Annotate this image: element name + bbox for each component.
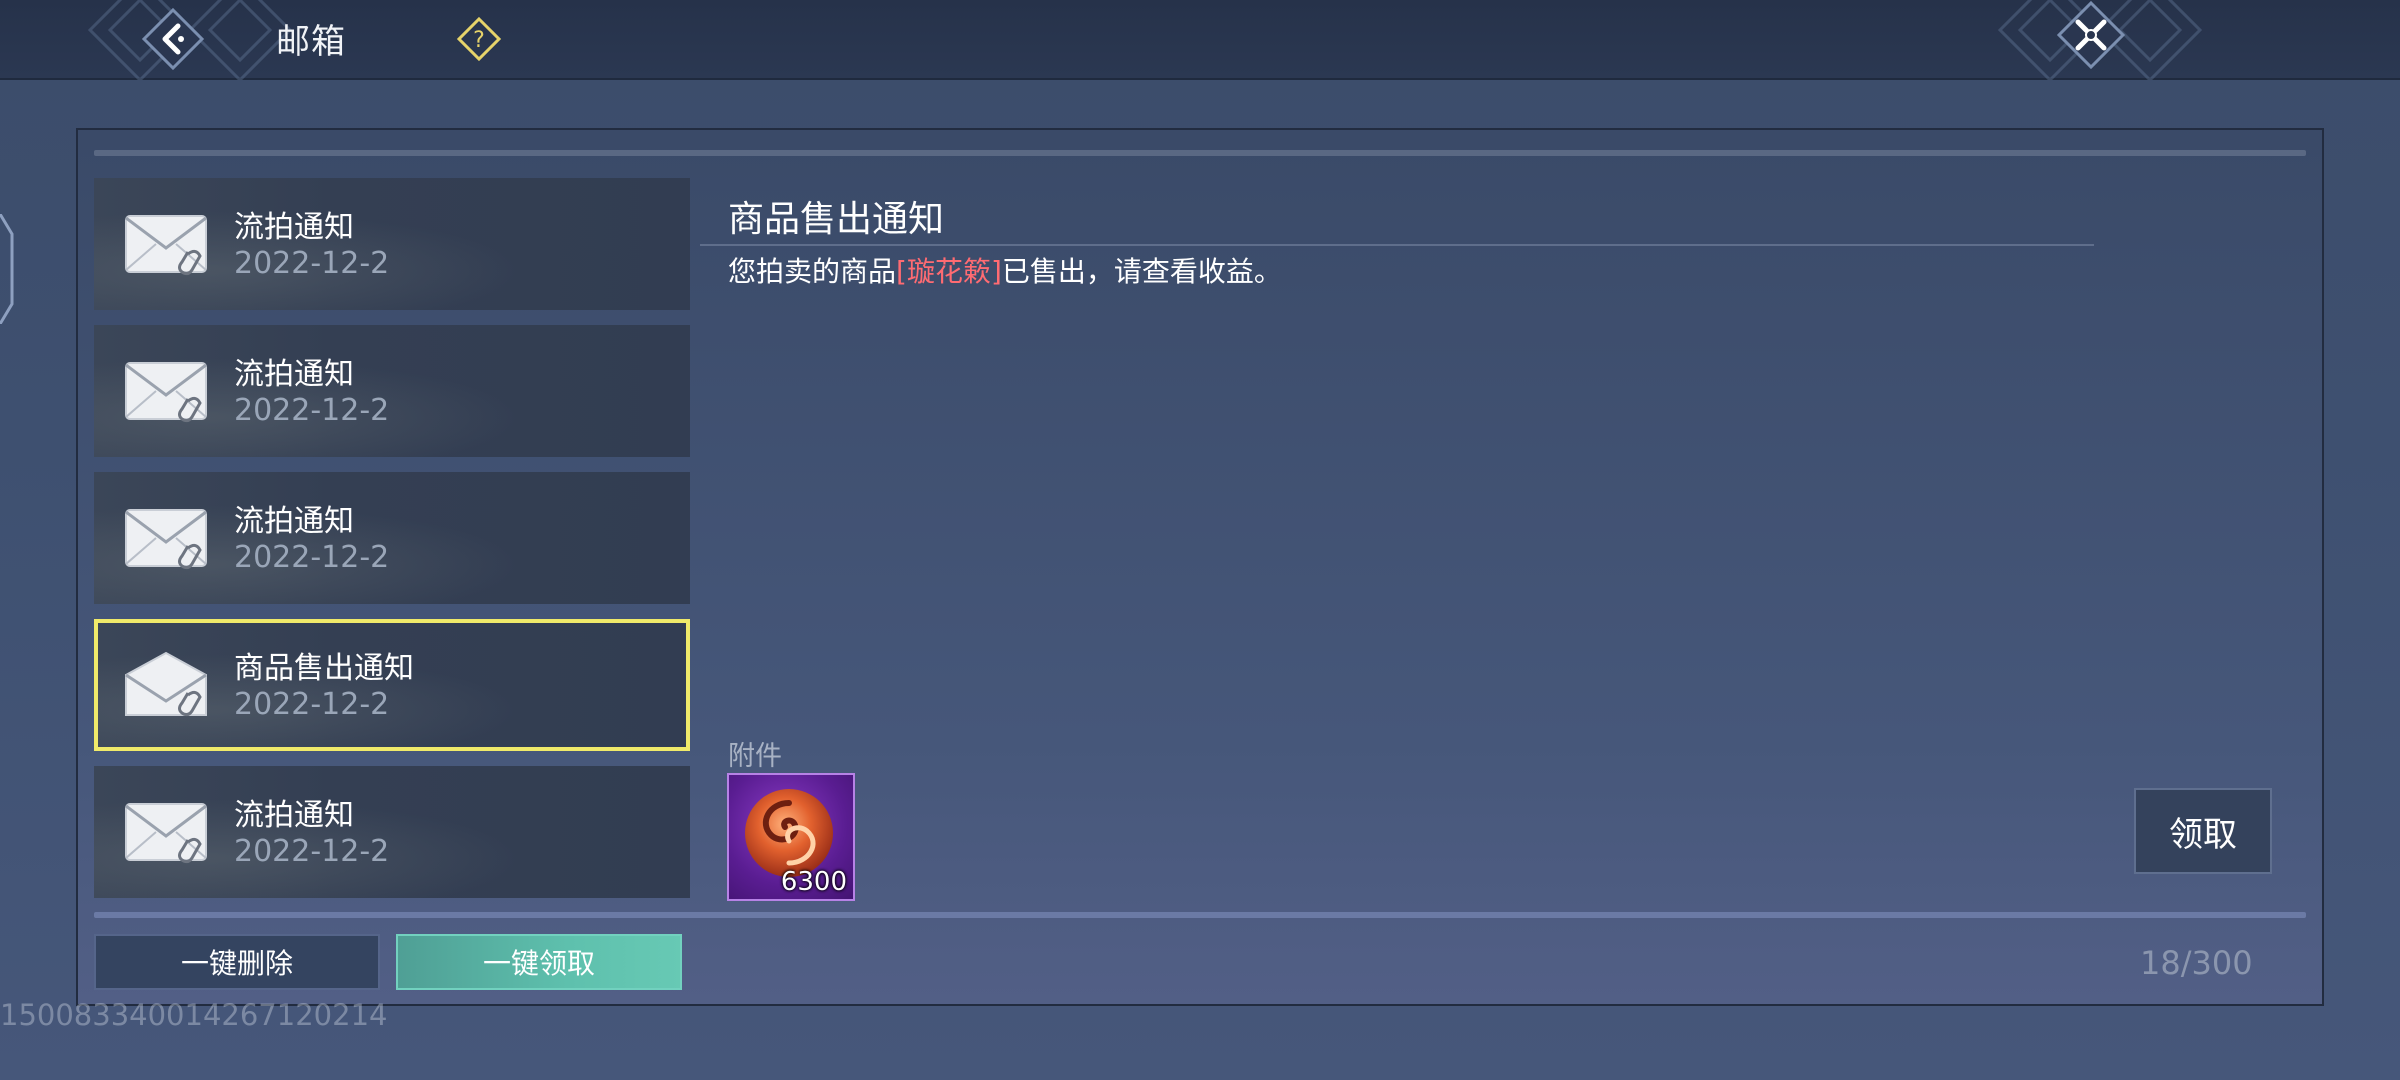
mail-date: 2022-12-2 bbox=[234, 393, 390, 428]
mail-list-item[interactable]: 流拍通知 2022-12-2 bbox=[94, 325, 690, 457]
mail-list-item[interactable]: 流拍通知 2022-12-2 bbox=[94, 472, 690, 604]
mail-title: 流拍通知 bbox=[234, 798, 354, 833]
panel-bottom-divider bbox=[94, 912, 2306, 918]
attachment-count: 6300 bbox=[780, 867, 847, 897]
svg-text:?: ? bbox=[473, 28, 485, 53]
envelope-open-icon bbox=[125, 651, 207, 717]
chevron-left-icon bbox=[141, 7, 205, 71]
side-tab-edge[interactable] bbox=[0, 214, 18, 324]
mail-title: 流拍通知 bbox=[234, 210, 354, 245]
mail-title: 商品售出通知 bbox=[234, 651, 414, 686]
body-suffix: 已售出，请查看收益。 bbox=[1001, 255, 1282, 288]
envelope-attachment-icon bbox=[125, 362, 207, 423]
envelope-attachment-icon bbox=[125, 215, 207, 276]
mail-date: 2022-12-2 bbox=[234, 834, 390, 869]
mail-date: 2022-12-2 bbox=[234, 246, 390, 281]
close-button[interactable] bbox=[2056, 0, 2126, 70]
attachment-slot[interactable]: 6300 bbox=[727, 773, 855, 901]
claim-button[interactable]: 领取 bbox=[2134, 788, 2272, 874]
help-button[interactable]: ? bbox=[456, 16, 502, 62]
mail-date: 2022-12-2 bbox=[234, 540, 390, 575]
top-bar: 邮箱 ? bbox=[0, 0, 2400, 80]
attachment-label: 附件 bbox=[728, 741, 782, 772]
delete-all-button[interactable]: 一键删除 bbox=[94, 934, 380, 990]
envelope-attachment-icon bbox=[125, 509, 207, 570]
mail-list-item[interactable]: 流拍通知 2022-12-2 bbox=[94, 178, 690, 310]
close-x-icon bbox=[2056, 0, 2126, 70]
mail-list-item-selected[interactable]: 商品售出通知 2022-12-2 bbox=[94, 619, 690, 751]
mail-title: 流拍通知 bbox=[234, 357, 354, 392]
mail-content-body: 您拍卖的商品[璇花簌]已售出，请查看收益。 bbox=[728, 250, 1282, 290]
claim-all-button[interactable]: 一键领取 bbox=[396, 934, 682, 990]
mail-list: 流拍通知 2022-12-2 流拍通知 2022-12-2 流拍通知 2022-… bbox=[94, 178, 690, 898]
mail-list-item[interactable]: 流拍通知 2022-12-2 bbox=[94, 766, 690, 898]
mail-count: 18/300 bbox=[2140, 944, 2253, 982]
page-title: 邮箱 bbox=[276, 22, 346, 62]
content-divider bbox=[700, 244, 2094, 246]
question-icon: ? bbox=[456, 16, 502, 62]
item-name-highlight: [璇花簌] bbox=[896, 255, 1002, 288]
mail-title: 流拍通知 bbox=[234, 504, 354, 539]
envelope-attachment-icon bbox=[125, 803, 207, 864]
body-prefix: 您拍卖的商品 bbox=[728, 255, 897, 288]
mail-date: 2022-12-2 bbox=[234, 687, 390, 722]
panel-top-divider bbox=[94, 150, 2306, 156]
back-button[interactable] bbox=[140, 6, 206, 72]
mail-content-title: 商品售出通知 bbox=[728, 199, 945, 240]
user-id-watermark: 150083340014267120214 bbox=[0, 998, 388, 1032]
